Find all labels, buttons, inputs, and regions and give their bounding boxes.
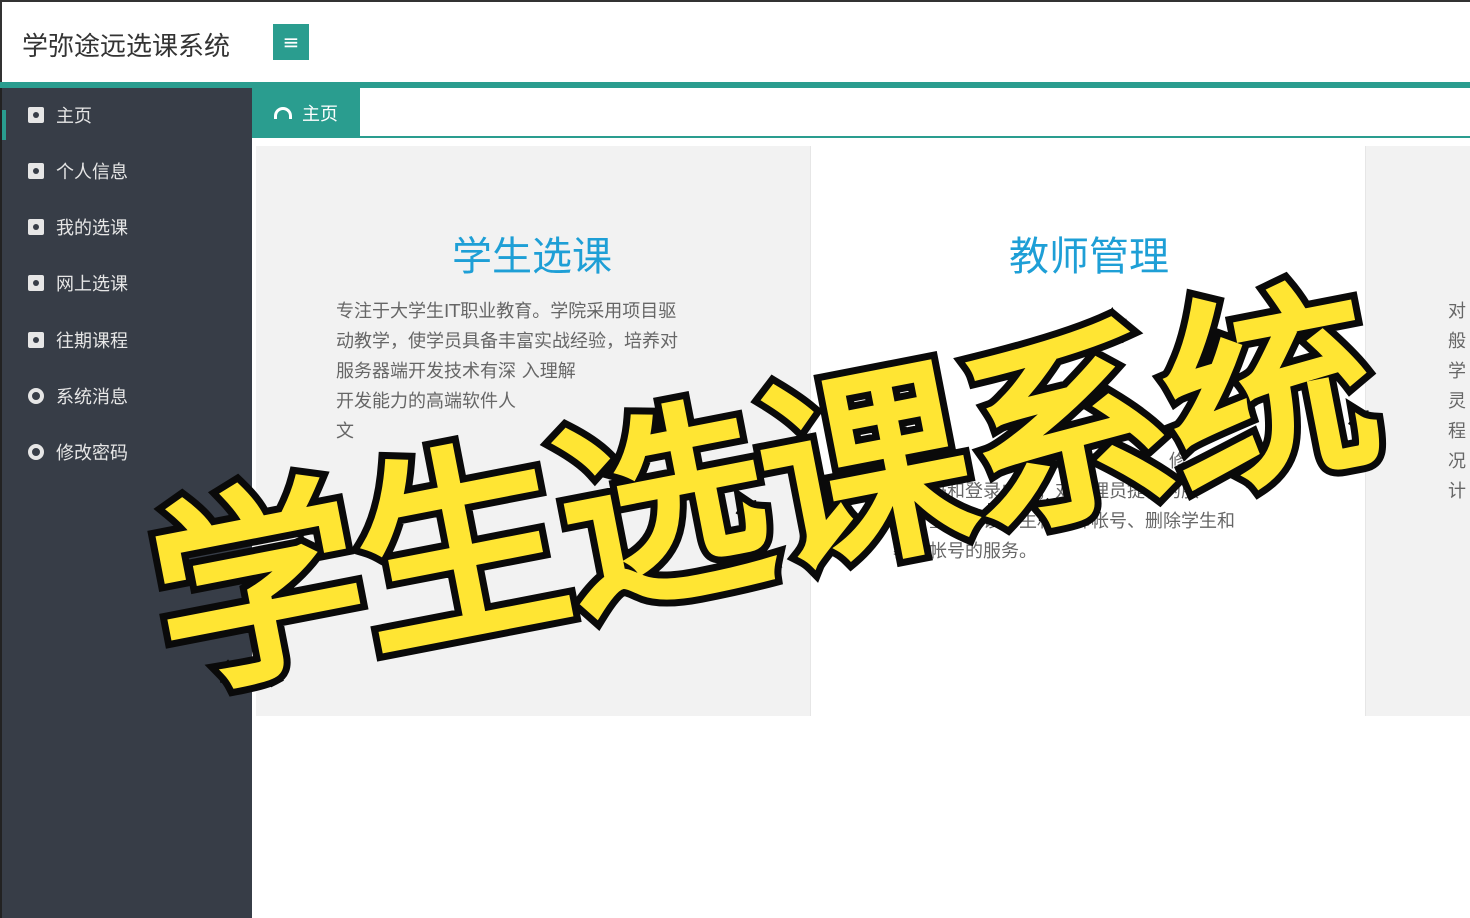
id-card-icon [28, 219, 44, 235]
panel-text-line: 务有登录开设学生和教师帐号、删除学生和 [893, 511, 1235, 532]
circle-icon [28, 444, 44, 460]
sidebar-item-label: 修改密码 [56, 443, 128, 464]
panel-text-line: 教师帐号的服务。 [893, 541, 1037, 562]
panel-student-selection: 学生选课 专注于大学生IT职业教育。学院采用项目驱 动教学，使学员具备丰富实战经… [256, 146, 810, 716]
id-card-icon [28, 163, 44, 179]
sidebar-item-label: 往期课程 [56, 331, 128, 352]
sidebar-item-label: 我的选课 [56, 218, 128, 239]
sidebar-item-change-password[interactable]: 修改密码 [2, 432, 254, 472]
panel-title: 学生选课 [452, 234, 612, 280]
sidebar-item-past-courses[interactable]: 往期课程 [2, 320, 254, 360]
tab-bar: 主页 [252, 88, 1470, 138]
menu-toggle-button[interactable]: ≡ [273, 24, 309, 60]
panel-text-line: 专注于大学生IT职业教育。学院采用项目驱 [336, 301, 677, 322]
dashboard-icon [274, 107, 292, 119]
sidebar-item-label: 系统消息 [56, 387, 128, 408]
panel-title: 教师管理 [1009, 234, 1169, 280]
hamburger-icon: ≡ [282, 30, 300, 54]
sidebar-item-label: 网上选课 [56, 274, 128, 295]
panel-text-line: 服务器端开发技术有深 入理解 [336, 361, 576, 382]
id-card-icon [28, 107, 44, 123]
sidebar-item-online-selection[interactable]: 网上选课 [2, 263, 254, 303]
sidebar-item-label: 个人信息 [56, 162, 128, 183]
tab-home[interactable]: 主页 [252, 88, 360, 138]
circle-icon [28, 388, 44, 404]
main-content: 学生选课 专注于大学生IT职业教育。学院采用项目驱 动教学，使学员具备丰富实战经… [256, 146, 1470, 716]
panel-text-line: 般 [1448, 331, 1466, 352]
sidebar-item-my-courses[interactable]: 我的选课 [2, 207, 254, 247]
id-card-icon [28, 275, 44, 291]
panel-text-line: 文 [336, 421, 354, 442]
panel-text-line: 改密码和登录成绩；对管理员提供的服 [893, 481, 1199, 502]
panel-text-line: 提供的服务有登录、修 [1007, 451, 1187, 472]
panel-text-line: 灵 [1448, 391, 1466, 412]
panel-text-line: 计 [1448, 481, 1466, 502]
sidebar-item-messages[interactable]: 系统消息 [2, 376, 254, 416]
panel-text-line: 开发能力的高端软件人 [336, 391, 516, 412]
app-title: 学弥途远选课系统 [22, 32, 231, 62]
sidebar-item-profile[interactable]: 个人信息 [2, 151, 254, 191]
sidebar: 主页 个人信息 我的选课 网上选课 往期课程 系统消息 修改密码 [0, 88, 252, 918]
id-card-icon [28, 332, 44, 348]
top-header: 学弥途远选课系统 ≡ [0, 0, 1470, 82]
panel-teacher-management: 教师管理 提供的服务有登录、修 改密码和登录成绩；对管理员提供的服 务有登录开设… [810, 146, 1366, 716]
panel-text-line: 对 [1448, 301, 1466, 322]
sidebar-item-home[interactable]: 主页 [2, 95, 254, 135]
tab-home-label: 主页 [302, 104, 338, 125]
panel-text-line: 学 [1448, 361, 1466, 382]
panel-text-line: 程 [1448, 421, 1466, 442]
sidebar-item-label: 主页 [56, 106, 92, 127]
panel-third: 对 般 学 灵 程 况 计 [1366, 146, 1470, 716]
panel-text-line: 况 [1448, 451, 1466, 472]
panel-text-line: 动教学，使学员具备丰富实战经验，培养对 [336, 331, 678, 352]
